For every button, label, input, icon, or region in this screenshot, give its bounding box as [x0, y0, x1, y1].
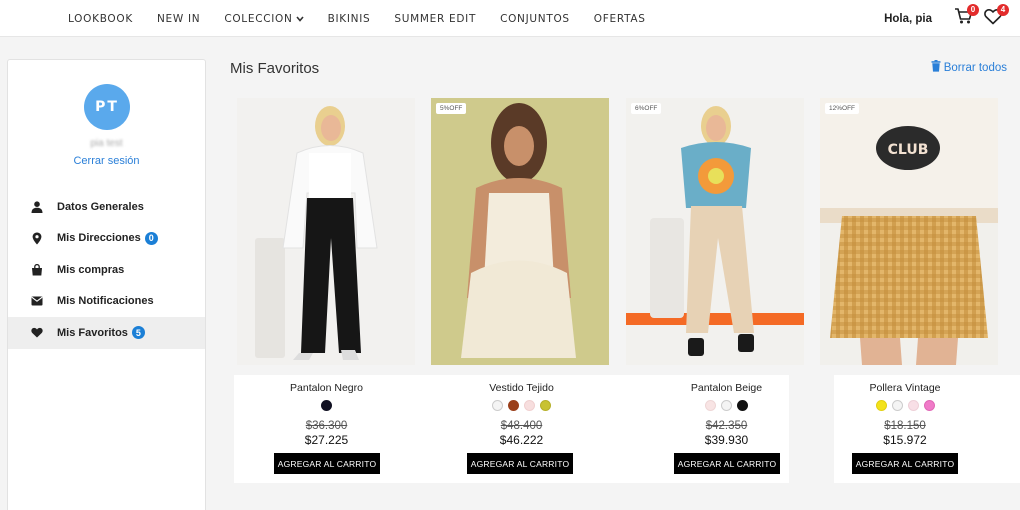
product-image-pollera-vintage[interactable]: CLUB 12%OFF — [820, 98, 998, 365]
location-pin-icon — [30, 231, 44, 245]
color-swatch[interactable] — [891, 400, 903, 411]
product-name[interactable]: Pantalon Negro — [234, 382, 419, 394]
user-name: pia test — [90, 138, 123, 149]
original-price: $36.300 — [305, 420, 348, 432]
color-swatch[interactable] — [540, 400, 551, 411]
color-swatch[interactable] — [875, 400, 887, 411]
add-to-cart-button[interactable]: AGREGAR AL CARRITO — [467, 453, 573, 474]
nav-item-label: CONJUNTOS — [500, 12, 570, 25]
page-title: Mis Favoritos — [230, 60, 320, 77]
main-nav: LOOKBOOK NEW IN COLECCION BIKINIS SUMMER… — [68, 0, 670, 37]
sidebar-item-label: Datos Generales — [57, 200, 144, 213]
color-swatches — [234, 400, 419, 411]
color-swatch[interactable] — [508, 400, 519, 411]
sidebar-item-label: Mis Notificaciones — [57, 295, 154, 308]
original-price: $48.400 — [500, 420, 543, 432]
clear-all-button[interactable]: Borrar todos — [931, 60, 1007, 75]
discount-badge: 12%OFF — [825, 103, 860, 114]
nav-item-new-in[interactable]: NEW IN — [157, 13, 200, 25]
product-info-panel: Pantalon Negro $36.300 $27.225 AGREGAR A… — [234, 375, 789, 483]
original-price: $18.150 — [884, 420, 926, 432]
product-card-info: Vestido Tejido $48.400 $46.222 AGREGAR A… — [429, 375, 614, 483]
nav-item-coleccion[interactable]: COLECCION — [224, 12, 304, 25]
nav-item-label: SUMMER EDIT — [394, 12, 477, 25]
sale-price: $15.972 — [883, 433, 927, 447]
sidebar-item-label: Mis Direcciones — [57, 232, 141, 245]
nav-item-label: COLECCION — [224, 12, 293, 25]
sidebar-item-mis-compras[interactable]: Mis compras — [8, 254, 205, 286]
sidebar-item-datos-generales[interactable]: Datos Generales — [8, 191, 205, 223]
nav-item-conjuntos[interactable]: CONJUNTOS — [500, 13, 570, 25]
add-to-cart-button[interactable]: AGREGAR AL CARRITO — [274, 453, 380, 474]
color-swatch[interactable] — [492, 400, 503, 411]
clear-all-label: Borrar todos — [943, 61, 1007, 74]
color-swatch[interactable] — [907, 400, 919, 411]
wishlist-count-badge: 4 — [997, 3, 1009, 16]
sidebar-item-label: Mis compras — [57, 263, 125, 276]
product-card-info: Pollera Vintage $18.150 $15.972 AGREGAR … — [834, 375, 976, 483]
product-name[interactable]: Pantalon Beige — [634, 382, 819, 394]
nav-item-label: BIKINIS — [327, 12, 371, 25]
user-area: Hola, pia 0 4 — [884, 0, 1009, 37]
sale-price: $27.225 — [304, 433, 349, 447]
account-sidebar: PT pia test Cerrar sesión Datos Generale… — [7, 59, 206, 510]
nav-item-lookbook[interactable]: LOOKBOOK — [68, 13, 133, 25]
discount-badge: 6%OFF — [631, 103, 662, 114]
trash-icon — [931, 60, 944, 75]
heart-icon — [30, 326, 44, 340]
color-swatch[interactable] — [321, 400, 332, 411]
nav-item-label: NEW IN — [156, 12, 201, 25]
color-swatch[interactable] — [721, 400, 732, 411]
color-swatches — [429, 400, 614, 411]
sidebar-item-mis-favoritos[interactable]: Mis Favoritos 5 — [8, 317, 205, 349]
sidebar-item-label: Mis Favoritos — [57, 326, 128, 339]
nav-item-label: LOOKBOOK — [68, 12, 133, 25]
product-image-vestido-tejido[interactable]: 5%OFF — [431, 98, 609, 365]
cart-count-badge: 0 — [967, 3, 979, 16]
add-to-cart-button[interactable]: AGREGAR AL CARRITO — [674, 453, 780, 474]
user-greeting[interactable]: Hola, pia — [884, 13, 932, 25]
color-swatch[interactable] — [737, 400, 748, 411]
shopping-bag-icon — [30, 263, 44, 277]
logout-link[interactable]: Cerrar sesión — [8, 155, 205, 167]
svg-text:CLUB: CLUB — [888, 142, 929, 158]
product-image-pantalon-beige[interactable]: 6%OFF — [626, 98, 804, 365]
color-swatches — [634, 400, 819, 411]
product-info-panel: Pollera Vintage $18.150 $15.972 AGREGAR … — [834, 375, 1020, 483]
product-image-pantalon-negro[interactable] — [237, 98, 415, 365]
chevron-down-icon — [295, 15, 304, 22]
account-menu: Datos Generales Mis Direcciones 0 Mis co… — [8, 191, 205, 349]
top-nav-bar: LOOKBOOK NEW IN COLECCION BIKINIS SUMMER… — [0, 0, 1020, 37]
discount-badge: 5%OFF — [436, 103, 467, 114]
avatar: PT — [84, 84, 130, 130]
color-swatch[interactable] — [705, 400, 716, 411]
sidebar-item-mis-notificaciones[interactable]: Mis Notificaciones — [8, 286, 205, 318]
favorites-count-badge: 5 — [131, 326, 145, 340]
sale-price: $39.930 — [704, 433, 749, 447]
product-card-info: Pantalon Beige $42.350 $39.930 AGREGAR A… — [634, 375, 819, 483]
color-swatches — [834, 400, 976, 411]
sidebar-item-mis-direcciones[interactable]: Mis Direcciones 0 — [8, 223, 205, 255]
nav-item-label: OFERTAS — [593, 12, 646, 25]
product-card-info: Pantalon Negro $36.300 $27.225 AGREGAR A… — [234, 375, 419, 483]
nav-item-bikinis[interactable]: BIKINIS — [328, 13, 371, 25]
nav-item-summer-edit[interactable]: SUMMER EDIT — [394, 13, 476, 25]
addresses-count-badge: 0 — [144, 231, 158, 245]
wishlist-button[interactable]: 4 — [982, 3, 1009, 30]
color-swatch[interactable] — [923, 400, 935, 411]
add-to-cart-button[interactable]: AGREGAR AL CARRITO — [852, 453, 958, 474]
color-swatch[interactable] — [524, 400, 535, 411]
cart-button[interactable]: 0 — [952, 3, 979, 30]
sale-price: $46.222 — [499, 433, 544, 447]
envelope-icon — [30, 294, 44, 308]
user-icon — [30, 200, 44, 214]
nav-item-ofertas[interactable]: OFERTAS — [594, 13, 646, 25]
original-price: $42.350 — [705, 420, 748, 432]
product-name[interactable]: Pollera Vintage — [834, 382, 976, 394]
product-name[interactable]: Vestido Tejido — [429, 382, 614, 394]
